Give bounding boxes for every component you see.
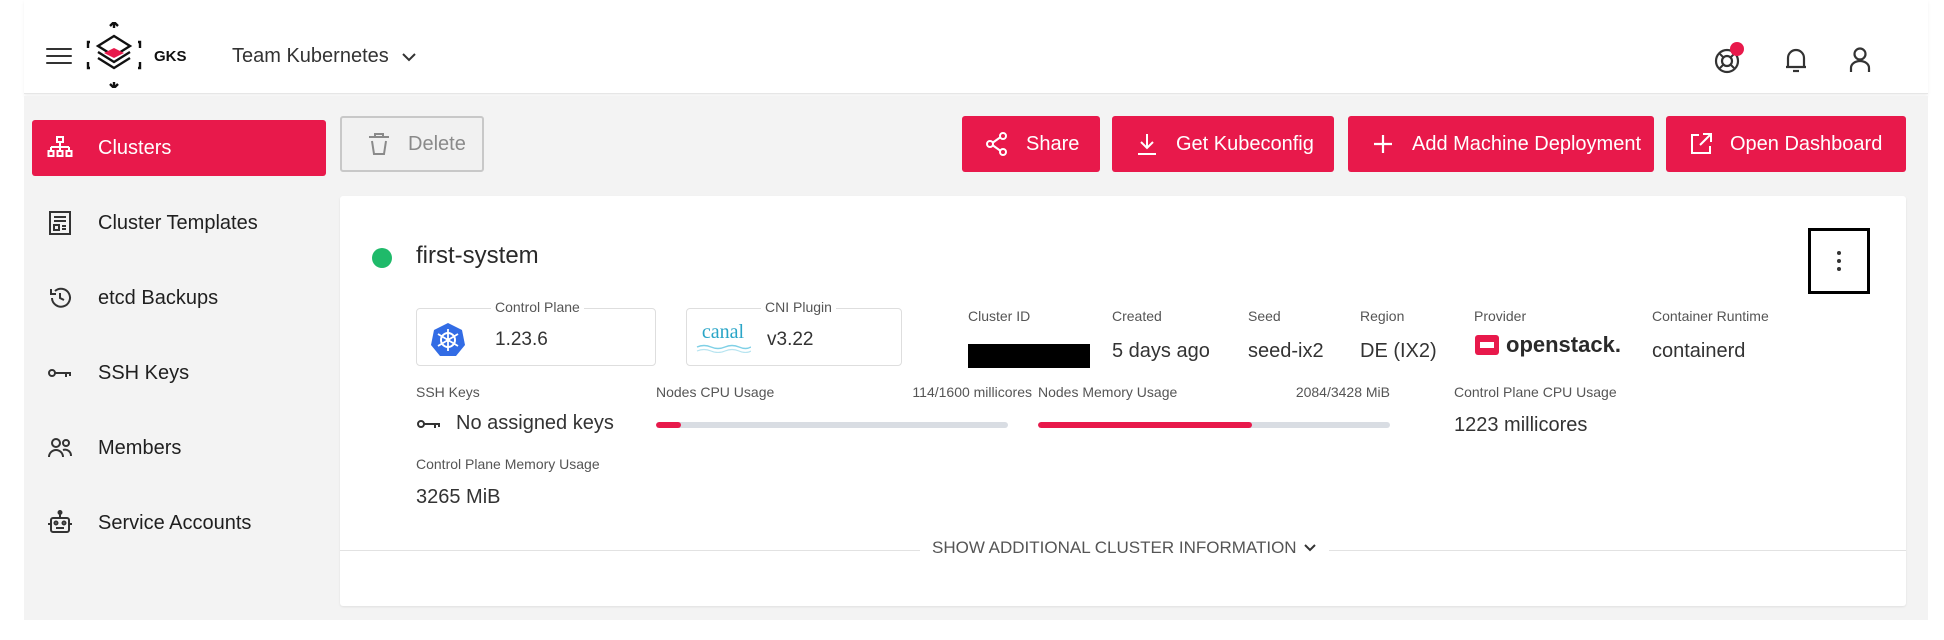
kubernetes-icon [431, 323, 465, 356]
app: GKS Team Kubernetes Clusters Cluster Tem… [24, 0, 1928, 620]
canal-logo: canal [695, 321, 751, 355]
chevron-down-icon [1303, 544, 1316, 552]
external-link-icon [1691, 133, 1712, 154]
open-dashboard-button[interactable]: Open Dashboard [1666, 116, 1906, 172]
cp-memory-label: Control Plane Memory Usage [416, 456, 600, 472]
sidebar: Clusters Cluster Templates etcd Backups … [24, 96, 326, 620]
region-value: DE (IX2) [1360, 340, 1437, 362]
region-label: Region [1360, 308, 1405, 324]
sidebar-item-members[interactable]: Members [32, 420, 326, 476]
nodes-cpu-label: Nodes CPU Usage [656, 384, 775, 400]
plus-icon [1374, 135, 1392, 153]
cp-cpu-label: Control Plane CPU Usage [1454, 384, 1617, 400]
sidebar-item-cluster-templates[interactable]: Cluster Templates [32, 195, 326, 251]
add-machine-deployment-button[interactable]: Add Machine Deployment [1348, 116, 1654, 172]
gks-logo[interactable] [84, 22, 144, 88]
nodes-cpu-bar [656, 422, 1008, 428]
sidebar-item-label: Clusters [98, 136, 172, 159]
notification-dot [1730, 42, 1744, 56]
dashboard-label: Open Dashboard [1730, 132, 1883, 155]
cluster-id-label: Cluster ID [968, 308, 1031, 324]
sidebar-item-label: etcd Backups [98, 286, 219, 309]
sidebar-item-clusters[interactable]: Clusters [32, 120, 326, 176]
field-label: Control Plane [491, 299, 584, 315]
kubeconfig-label: Get Kubeconfig [1176, 132, 1314, 155]
seed-label: Seed [1248, 308, 1281, 324]
chevron-down-icon [402, 52, 416, 61]
nodes-memory-bar [1038, 422, 1390, 428]
created-label: Created [1112, 308, 1162, 324]
nodes-cpu-usage-text: 114/1600 millicores [912, 384, 1032, 400]
openstack-icon [1475, 335, 1499, 355]
help-icon[interactable] [1712, 42, 1744, 76]
sidebar-item-label: Service Accounts [98, 511, 252, 534]
sidebar-item-label: Members [98, 436, 182, 459]
provider-label: Provider [1474, 308, 1527, 324]
canal-logo-text: canal [701, 321, 745, 343]
add-md-label: Add Machine Deployment [1412, 132, 1642, 155]
ssh-keys-value-row: No assigned keys [416, 412, 614, 435]
sidebar-item-etcd-backups[interactable]: etcd Backups [32, 270, 326, 326]
top-header: GKS Team Kubernetes [24, 0, 1928, 94]
provider-logo: openstack. [1474, 332, 1621, 358]
robot-icon [46, 509, 74, 537]
sidebar-item-service-accounts[interactable]: Service Accounts [32, 495, 326, 551]
user-icon[interactable] [1844, 44, 1876, 76]
cluster-id-value [968, 344, 1090, 368]
seed-value: seed-ix2 [1248, 340, 1324, 362]
trash-icon [369, 133, 389, 155]
field-value: 1.23.6 [495, 329, 548, 350]
share-icon [986, 132, 1007, 156]
status-indicator [372, 248, 392, 268]
ssh-keys-label: SSH Keys [416, 384, 480, 400]
sidebar-item-label: SSH Keys [98, 361, 190, 384]
get-kubeconfig-button[interactable]: Get Kubeconfig [1112, 116, 1334, 172]
show-more-label: SHOW ADDITIONAL CLUSTER INFORMATION [932, 538, 1297, 557]
share-button[interactable]: Share [962, 116, 1100, 172]
project-name: Team Kubernetes [232, 45, 389, 67]
history-icon [46, 284, 74, 312]
nodes-memory-fill [1038, 422, 1253, 428]
delete-button[interactable]: Delete [340, 116, 484, 172]
created-value: 5 days ago [1112, 340, 1210, 362]
control-plane-field: Control Plane 1.23.6 [416, 299, 656, 366]
download-icon [1138, 134, 1156, 155]
nodes-cpu-fill [656, 422, 682, 428]
show-additional-info-button[interactable]: SHOW ADDITIONAL CLUSTER INFORMATION [920, 538, 1329, 558]
sidebar-item-label: Cluster Templates [98, 211, 258, 234]
nodes-memory-usage-text: 2084/3428 MiB [1295, 384, 1390, 400]
delete-label: Delete [408, 132, 466, 155]
ssh-keys-value: No assigned keys [456, 412, 614, 434]
menu-icon[interactable] [46, 48, 72, 68]
field-label: CNI Plugin [761, 299, 836, 315]
members-icon [46, 434, 74, 462]
nodes-memory-label: Nodes Memory Usage [1038, 384, 1178, 400]
content-area: Clusters Cluster Templates etcd Backups … [24, 96, 1928, 620]
more-options-button[interactable] [1808, 228, 1870, 294]
template-icon [46, 209, 74, 237]
runtime-value: containerd [1652, 340, 1746, 362]
cni-plugin-field: CNI Plugin canal v3.22 [686, 299, 902, 366]
sitemap-icon [46, 134, 74, 162]
field-value: v3.22 [767, 329, 814, 350]
key-icon [417, 419, 440, 428]
runtime-label: Container Runtime [1652, 308, 1769, 324]
cp-cpu-value: 1223 millicores [1454, 414, 1588, 436]
share-label: Share [1026, 132, 1080, 155]
key-icon [46, 359, 74, 387]
sidebar-item-ssh-keys[interactable]: SSH Keys [32, 345, 326, 401]
logo-text: GKS [154, 48, 187, 65]
bell-icon[interactable] [1780, 44, 1812, 76]
cluster-name: first-system [416, 242, 539, 269]
cluster-card: first-system Control Plane 1.23.6 CNI Pl… [340, 196, 1906, 606]
cp-memory-value: 3265 MiB [416, 486, 501, 508]
project-selector[interactable]: Team Kubernetes [232, 45, 417, 68]
provider-value: openstack. [1506, 332, 1621, 357]
